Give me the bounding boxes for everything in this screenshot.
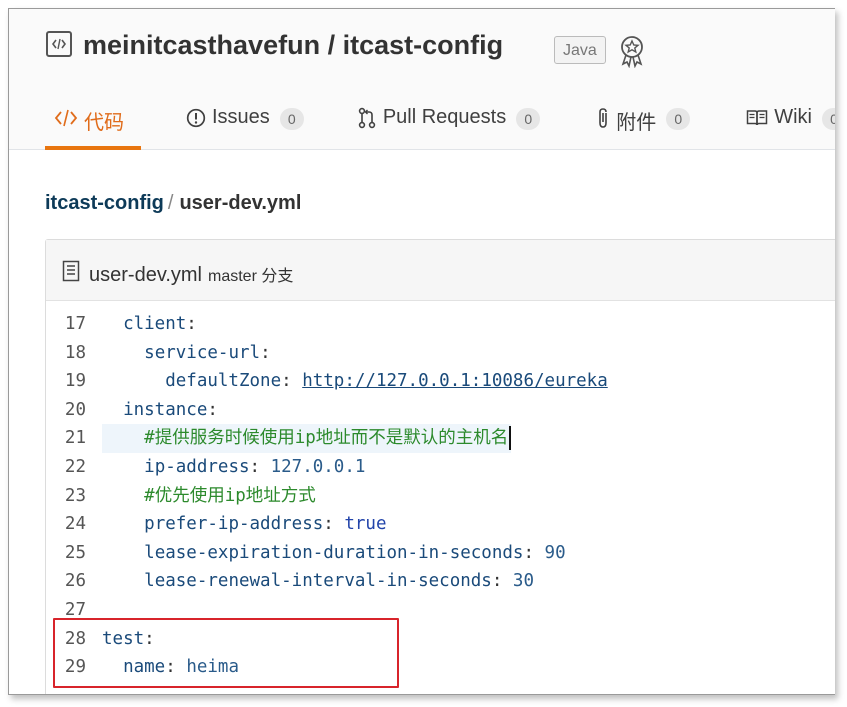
annotation-highlight-box [53, 618, 399, 688]
yaml-key: prefer-ip-address [144, 514, 324, 535]
tab-attachments[interactable]: 附件 0 [596, 99, 691, 149]
pull-requests-count-badge: 0 [516, 108, 541, 130]
code-text: instance: [102, 396, 218, 425]
wiki-count-badge: 0 [821, 108, 835, 130]
yaml-colon: : [491, 571, 513, 592]
tab-issues[interactable]: Issues 0 [186, 99, 304, 149]
yaml-comment: #优先使用ip地址方式 [144, 485, 316, 506]
yaml-value: true [344, 514, 387, 535]
tab-attachments-label: 附件 [616, 112, 657, 134]
issues-count-badge: 0 [279, 108, 304, 130]
line-number: 18 [64, 342, 86, 363]
yaml-colon: : [207, 399, 218, 420]
yaml-colon: : [260, 342, 271, 363]
book-icon [746, 106, 768, 130]
yaml-colon: : [249, 456, 271, 477]
code-text: client: [102, 310, 197, 339]
tab-wiki-label: Wiki [774, 106, 812, 128]
text-cursor [509, 426, 512, 451]
yaml-key: service-url [144, 342, 261, 363]
code-text: ip-address: 127.0.0.1 [102, 453, 365, 482]
yaml-value: 30 [512, 571, 534, 592]
browser-frame: meinitcasthavefun / itcast-config Java 代… [8, 8, 835, 695]
award-icon[interactable] [617, 34, 647, 73]
line-number: 24 [64, 514, 86, 535]
line-number: 21 [64, 428, 86, 449]
repo-header: meinitcasthavefun / itcast-config Java 代… [9, 9, 835, 150]
attachments-count-badge: 0 [666, 108, 691, 130]
yaml-key: instance [123, 399, 208, 420]
repo-separator: / [320, 30, 343, 60]
code-text: #提供服务时候使用ip地址而不是默认的主机名 [102, 424, 512, 453]
issue-icon [186, 106, 206, 130]
repo-name[interactable]: itcast-config [343, 30, 504, 60]
yaml-key: lease-renewal-interval-in-seconds [144, 571, 492, 592]
file-title: user-dev.yml master 分支 [89, 262, 293, 287]
code-line: 20 instance: [46, 396, 835, 425]
tab-pull-requests-label: Pull Requests [382, 106, 507, 128]
repo-title[interactable]: meinitcasthavefun / itcast-config [83, 30, 503, 61]
code-line: 26 lease-renewal-interval-in-seconds: 30 [46, 567, 835, 596]
line-number: 26 [64, 571, 86, 592]
yaml-colon: : [186, 314, 197, 334]
tab-code[interactable]: 代码 [45, 99, 141, 150]
code-text: prefer-ip-address: true [102, 510, 387, 539]
code-text: #优先使用ip地址方式 [102, 482, 316, 511]
breadcrumb-separator: / [167, 192, 174, 214]
code-text: service-url: [102, 339, 271, 368]
yaml-key: lease-expiration-duration-in-seconds [144, 542, 524, 563]
line-number: 17 [64, 314, 86, 334]
breadcrumb-file: user-dev.yml [179, 192, 302, 214]
file-name: user-dev.yml [89, 264, 202, 286]
code-text: defaultZone: http://127.0.0.1:10086/eure… [102, 367, 608, 396]
line-number: 22 [64, 456, 86, 477]
repo-tabs: 代码 Issues 0 Pull Requests 0 附件 0 Wiki [45, 99, 835, 150]
yaml-key: defaultZone [165, 371, 282, 392]
file-text-icon [62, 260, 80, 287]
code-line: 18 service-url: [46, 339, 835, 368]
line-number: 20 [64, 399, 86, 420]
tab-code-label: 代码 [84, 112, 124, 134]
yaml-value: 127.0.0.1 [270, 456, 366, 477]
language-badge[interactable]: Java [554, 36, 606, 64]
yaml-colon: : [523, 542, 545, 563]
file-header: user-dev.yml master 分支 [46, 240, 835, 301]
yaml-colon: : [323, 514, 345, 535]
yaml-key: client [123, 314, 187, 334]
code-line: 24 prefer-ip-address: true [46, 510, 835, 539]
tab-pull-requests[interactable]: Pull Requests 0 [357, 99, 541, 149]
code-line: 22 ip-address: 127.0.0.1 [46, 453, 835, 482]
code-line: 23 #优先使用ip地址方式 [46, 482, 835, 511]
yaml-colon: : [281, 371, 303, 392]
code-icon [54, 106, 78, 130]
line-number: 19 [64, 371, 86, 392]
paperclip-icon [596, 106, 610, 130]
code-text: lease-expiration-duration-in-seconds: 90 [102, 539, 566, 568]
code-line: 19 defaultZone: http://127.0.0.1:10086/e… [46, 367, 835, 396]
line-number: 25 [64, 542, 86, 563]
code-line: 17 client: [46, 310, 835, 339]
line-number: 23 [64, 485, 86, 506]
breadcrumb-repo-link[interactable]: itcast-config [45, 192, 164, 214]
file-branch[interactable]: master 分支 [208, 268, 293, 285]
code-repo-icon [46, 31, 72, 57]
breadcrumb: itcast-config / user-dev.yml [45, 192, 301, 215]
code-line: 21 #提供服务时候使用ip地址而不是默认的主机名 [46, 424, 835, 453]
code-text: lease-renewal-interval-in-seconds: 30 [102, 567, 534, 596]
pull-request-icon [357, 106, 377, 130]
yaml-url-link[interactable]: http://127.0.0.1:10086/eureka [302, 371, 608, 391]
tab-issues-label: Issues [212, 106, 270, 128]
yaml-key: ip-address [144, 456, 250, 477]
code-line: 25 lease-expiration-duration-in-seconds:… [46, 539, 835, 568]
yaml-comment: #提供服务时候使用ip地址而不是默认的主机名 [144, 428, 509, 449]
repo-owner[interactable]: meinitcasthavefun [83, 30, 320, 60]
tab-wiki[interactable]: Wiki 0 [746, 99, 835, 149]
yaml-value: 90 [544, 542, 566, 563]
